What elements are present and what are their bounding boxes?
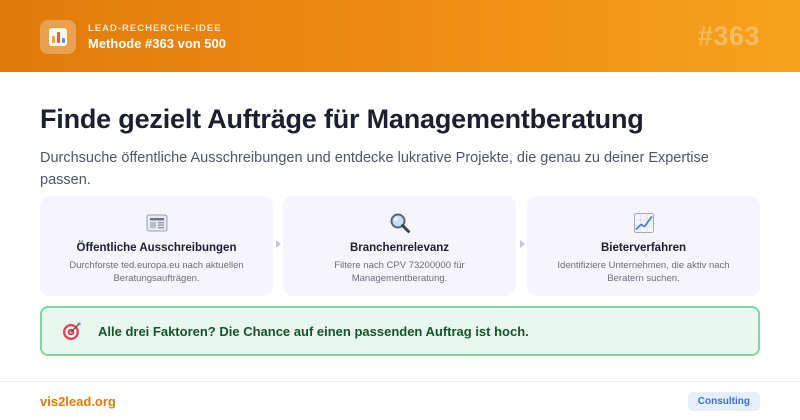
card-bidding-process: Bieterverfahren Identifiziere Unternehme… xyxy=(527,196,760,296)
magnifier-icon xyxy=(390,213,410,233)
card-text: Filtere nach CPV 73200000 für Management… xyxy=(334,260,465,284)
callout-text: Alle drei Faktoren? Die Chance auf einen… xyxy=(98,324,529,339)
header-banner: LEAD-RECHERCHE-IDEE Methode #363 von 500… xyxy=(0,0,800,72)
category-tag: Consulting xyxy=(687,392,760,411)
feature-cards: Öffentliche Ausschreibungen Durchforste … xyxy=(40,196,760,296)
card-text: Identifiziere Unternehmen, die aktiv nac… xyxy=(557,260,730,284)
page-title: Finde gezielt Aufträge für Managementber… xyxy=(40,104,644,134)
newspaper-icon xyxy=(146,214,167,232)
card-title: Branchenrelevanz xyxy=(349,242,450,254)
trend-chart-icon xyxy=(633,213,654,233)
success-callout: Alle drei Faktoren? Die Chance auf einen… xyxy=(40,306,760,356)
chevron-right-icon xyxy=(276,240,281,248)
card-text: Durchforste ted.europa.eu nach aktuellen… xyxy=(69,260,244,284)
header-subtitle: Methode #363 von 500 xyxy=(88,36,226,51)
target-icon xyxy=(63,322,81,340)
card-industry-relevance: Branchenrelevanz Filtere nach CPV 732000… xyxy=(283,196,516,296)
page-description: Durchsuche öffentliche Ausschreibungen u… xyxy=(40,150,709,188)
chevron-right-icon xyxy=(520,240,525,248)
method-number-watermark: #363 xyxy=(697,21,760,51)
card-title: Bieterverfahren xyxy=(600,242,686,254)
footer-divider xyxy=(0,381,800,382)
card-title: Öffentliche Ausschreibungen xyxy=(76,242,237,254)
site-link[interactable]: vis2lead.org xyxy=(40,394,116,409)
bar-chart-icon xyxy=(40,20,76,54)
header-kicker: LEAD-RECHERCHE-IDEE xyxy=(88,23,222,34)
card-public-tenders: Öffentliche Ausschreibungen Durchforste … xyxy=(40,196,273,296)
